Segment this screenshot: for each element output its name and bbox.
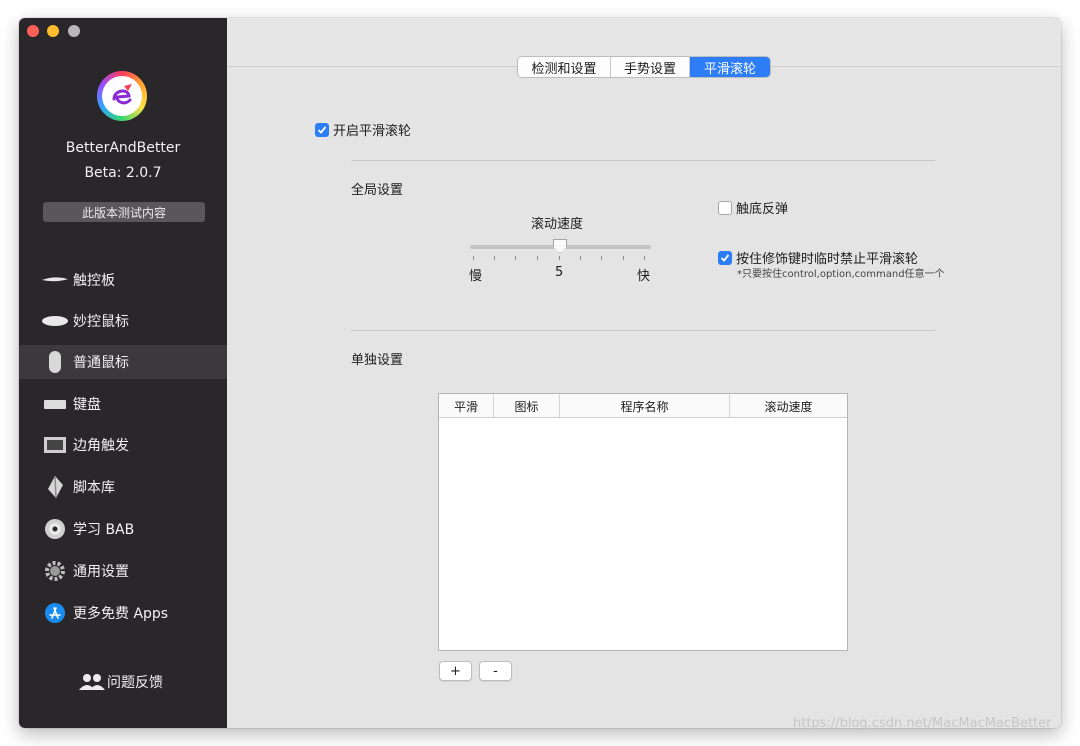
- slider-tick: [644, 256, 645, 260]
- app-logo-icon: [97, 71, 147, 121]
- column-header-app-name[interactable]: 程序名称: [560, 394, 730, 418]
- checkbox-checked-icon: [718, 250, 732, 265]
- slider-tick: [580, 256, 581, 260]
- feedback-label: 问题反馈: [107, 675, 163, 691]
- sidebar-item-label: 通用设置: [73, 564, 129, 580]
- slider-tick: [473, 256, 474, 260]
- sidebar-item-label: 键盘: [73, 397, 101, 413]
- sidebar-item-hot-corner[interactable]: 边角触发: [19, 428, 227, 462]
- beta-notes-button[interactable]: 此版本测试内容: [43, 202, 205, 222]
- scroll-speed-label: 滚动速度: [531, 217, 584, 232]
- hot-corner-icon: [41, 433, 69, 457]
- slider-min-label: 慢: [469, 269, 483, 284]
- gear-icon: [41, 559, 69, 583]
- mouse-icon: [41, 350, 69, 374]
- individual-settings-heading: 单独设置: [351, 353, 404, 368]
- checkbox-checked-icon: [315, 122, 329, 137]
- add-app-button[interactable]: +: [439, 661, 472, 681]
- hold-modifier-note: *只要按住control,option,command任意一个: [737, 269, 945, 280]
- sidebar-item-label: 学习 BAB: [73, 522, 135, 538]
- sidebar-item-trackpad[interactable]: 触控板: [19, 263, 227, 297]
- sidebar-item-magic-mouse[interactable]: 妙控鼠标: [19, 304, 227, 338]
- sidebar-item-label: 触控板: [73, 273, 115, 289]
- sidebar-item-learn[interactable]: 学习 BAB: [19, 512, 227, 546]
- watermark-text: https://blog.csdn.net/MacMacMacBetter: [793, 716, 1052, 731]
- slider-tick: [601, 256, 602, 260]
- divider: [351, 330, 935, 331]
- keyboard-icon: [41, 392, 69, 416]
- bounce-label: 触底反弹: [736, 202, 789, 217]
- sidebar-item-label: 妙控鼠标: [73, 314, 129, 330]
- slider-tick: [623, 256, 624, 260]
- main-panel: 检测和设置 手势设置 平滑滚轮 开启平滑滚轮 全局设置 滚动速度 慢 5 快 触…: [227, 18, 1061, 728]
- sidebar-item-scripts[interactable]: 脚本库: [19, 470, 227, 504]
- sidebar-item-label: 脚本库: [73, 480, 115, 496]
- script-icon: [41, 475, 69, 499]
- sidebar-item-label: 普通鼠标: [73, 355, 129, 371]
- enable-smooth-scroll-label: 开启平滑滚轮: [333, 124, 412, 139]
- bounce-checkbox[interactable]: 触底反弹: [718, 198, 788, 217]
- sidebar-item-label: 边角触发: [73, 438, 129, 454]
- column-header-icon[interactable]: 图标: [494, 394, 560, 418]
- zoom-window-button[interactable]: [68, 25, 80, 37]
- column-header-scroll-speed[interactable]: 滚动速度: [730, 394, 847, 418]
- feedback-button[interactable]: 问题反馈: [79, 672, 163, 692]
- users-icon: [79, 674, 105, 690]
- magic-mouse-icon: [41, 309, 69, 333]
- slider-tick: [494, 256, 495, 260]
- app-store-icon: [41, 601, 69, 625]
- sidebar-item-mouse[interactable]: 普通鼠标: [19, 345, 227, 379]
- sidebar: BetterAndBetter Beta: 2.0.7 此版本测试内容 触控板 …: [19, 18, 227, 728]
- tab-segmented-control: 检测和设置 手势设置 平滑滚轮: [517, 56, 771, 78]
- global-settings-heading: 全局设置: [351, 183, 404, 198]
- slider-tick: [559, 256, 560, 260]
- checkbox-unchecked-icon: [718, 200, 732, 215]
- tab-gesture-settings[interactable]: 手势设置: [611, 57, 690, 77]
- sidebar-item-general[interactable]: 通用设置: [19, 554, 227, 588]
- app-table[interactable]: 平滑 图标 程序名称 滚动速度: [438, 393, 848, 651]
- slider-max-label: 快: [637, 269, 651, 284]
- divider: [351, 160, 935, 161]
- column-header-smooth[interactable]: 平滑: [439, 394, 494, 418]
- app-window: BetterAndBetter Beta: 2.0.7 此版本测试内容 触控板 …: [19, 18, 1061, 728]
- slider-tick: [537, 256, 538, 260]
- table-header: 平滑 图标 程序名称 滚动速度: [439, 394, 847, 418]
- tab-detect-settings[interactable]: 检测和设置: [518, 57, 611, 77]
- minimize-window-button[interactable]: [47, 25, 59, 37]
- enable-smooth-scroll-checkbox[interactable]: 开启平滑滚轮: [315, 120, 411, 139]
- dvd-icon: [41, 517, 69, 541]
- slider-value-label: 5: [555, 265, 564, 280]
- slider-tick: [515, 256, 516, 260]
- app-version: Beta: 2.0.7: [84, 165, 162, 181]
- sidebar-item-more-apps[interactable]: 更多免费 Apps: [19, 596, 227, 630]
- scroll-speed-slider-thumb[interactable]: [553, 239, 567, 253]
- close-window-button[interactable]: [27, 25, 39, 37]
- app-name: BetterAndBetter: [65, 140, 181, 156]
- remove-app-button[interactable]: -: [479, 661, 512, 681]
- tab-smooth-scroll[interactable]: 平滑滚轮: [690, 57, 770, 77]
- trackpad-icon: [41, 268, 69, 292]
- sidebar-item-keyboard[interactable]: 键盘: [19, 387, 227, 421]
- sidebar-item-label: 更多免费 Apps: [73, 606, 169, 622]
